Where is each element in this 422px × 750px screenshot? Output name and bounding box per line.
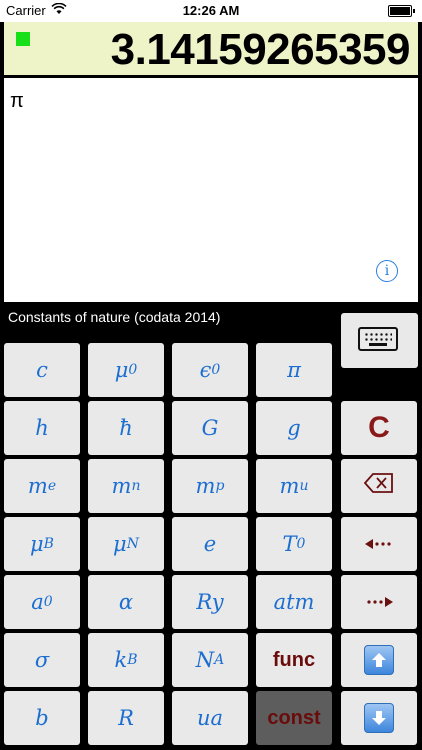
key-atomic-mass-unit[interactable]: mu: [256, 459, 332, 513]
key-neutron-mass[interactable]: mn: [88, 459, 164, 513]
key-stefan-boltzmann[interactable]: σ: [4, 633, 80, 687]
expression-text: π: [10, 90, 24, 112]
key-atmosphere[interactable]: atm: [256, 575, 332, 629]
info-icon[interactable]: i: [376, 260, 398, 282]
backspace-button[interactable]: [341, 459, 417, 513]
up-arrow-icon: [364, 645, 394, 675]
key-epsilon0[interactable]: ϵ0: [172, 343, 248, 397]
result-value: 3.14159265359: [110, 25, 411, 74]
scroll-down-button[interactable]: [341, 691, 417, 745]
cursor-left-icon: [364, 531, 394, 557]
battery-icon: [388, 5, 415, 17]
result-display: 3.14159265359: [4, 22, 418, 75]
status-time: 12:26 AM: [182, 3, 240, 18]
func-tab-button[interactable]: func: [256, 633, 332, 687]
key-pi[interactable]: π: [256, 343, 332, 397]
cursor-left-button[interactable]: [341, 517, 417, 571]
key-planck[interactable]: h: [4, 401, 80, 455]
const-tab-button[interactable]: const: [256, 691, 332, 745]
cursor-right-button[interactable]: [341, 575, 417, 629]
key-nuclear-magneton[interactable]: μN: [88, 517, 164, 571]
key-gravity-acceleration[interactable]: g: [256, 401, 332, 455]
status-bar: Carrier 12:26 AM: [0, 0, 422, 22]
key-mu0[interactable]: μ0: [88, 343, 164, 397]
key-electron-mass[interactable]: me: [4, 459, 80, 513]
key-fine-structure[interactable]: α: [88, 575, 164, 629]
backspace-icon: [363, 473, 394, 499]
key-bohr-radius[interactable]: a0: [4, 575, 80, 629]
keyboard-mode-label: Constants of nature (codata 2014): [8, 309, 221, 325]
clear-button[interactable]: C: [341, 401, 417, 455]
key-wien[interactable]: b: [4, 691, 80, 745]
down-arrow-icon: [364, 703, 394, 733]
cursor-right-icon: [364, 589, 394, 615]
key-proton-mass[interactable]: mp: [172, 459, 248, 513]
key-avogadro[interactable]: NA: [172, 633, 248, 687]
scroll-up-button[interactable]: [341, 633, 417, 687]
key-t0[interactable]: T0: [256, 517, 332, 571]
key-elementary-charge[interactable]: e: [172, 517, 248, 571]
key-bohr-magneton[interactable]: μB: [4, 517, 80, 571]
keyboard-icon: [358, 327, 398, 351]
key-speed-of-light[interactable]: c: [4, 343, 80, 397]
key-gravitational-constant[interactable]: G: [172, 401, 248, 455]
status-indicator: [16, 32, 30, 46]
key-gas-constant[interactable]: R: [88, 691, 164, 745]
expression-area[interactable]: π i: [4, 78, 418, 302]
key-hbar[interactable]: ħ: [88, 401, 164, 455]
key-rydberg[interactable]: Ry: [172, 575, 248, 629]
key-astronomical-unit[interactable]: ua: [172, 691, 248, 745]
keyboard-toggle-button[interactable]: [341, 313, 418, 368]
key-boltzmann[interactable]: kB: [88, 633, 164, 687]
